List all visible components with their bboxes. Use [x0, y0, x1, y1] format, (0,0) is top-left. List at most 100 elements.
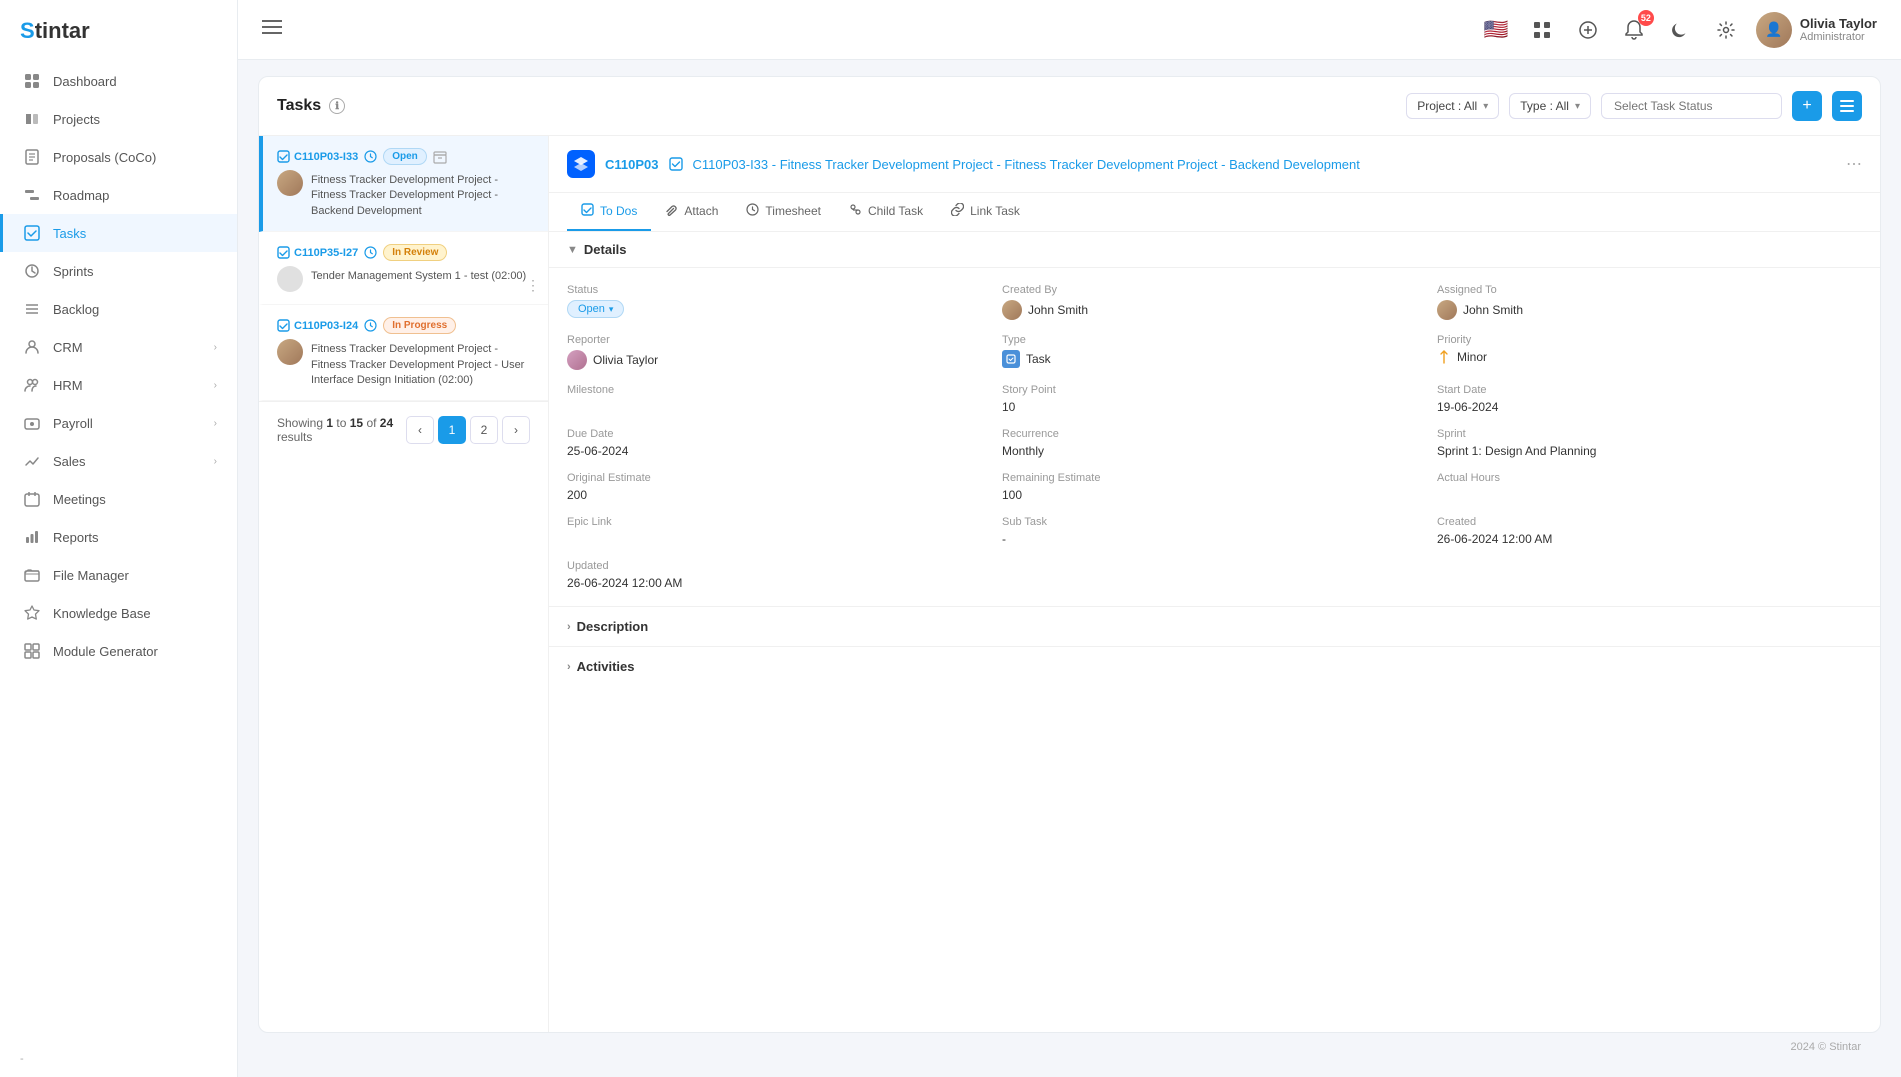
sidebar-item-tasks[interactable]: Tasks [0, 214, 237, 252]
archive-icon [433, 150, 447, 164]
status-value: Open ▾ [567, 300, 992, 318]
sidebar-item-label: Sales [53, 454, 86, 469]
due-date-label: Due Date [567, 428, 992, 440]
menu-toggle-button[interactable] [262, 19, 282, 40]
table-row[interactable]: C110P03-I24 In Progress Fitness Tracker … [259, 305, 548, 401]
sidebar-item-label: Module Generator [53, 644, 158, 659]
created-label: Created [1437, 516, 1862, 528]
story-point-label: Story Point [1002, 384, 1427, 396]
sidebar-item-crm[interactable]: CRM › [0, 328, 237, 366]
start-date-field: Start Date 19-06-2024 [1437, 384, 1862, 414]
table-row[interactable]: C110P35-I27 In Review Tender Management … [259, 232, 548, 305]
notification-button[interactable]: 52 [1618, 14, 1650, 46]
sales-icon [23, 452, 41, 470]
page-2-button[interactable]: 2 [470, 416, 498, 444]
sidebar-item-reports[interactable]: Reports [0, 518, 237, 556]
sidebar-item-sales[interactable]: Sales › [0, 442, 237, 480]
original-estimate-label: Original Estimate [567, 472, 992, 484]
attach-tab-label: Attach [684, 204, 718, 218]
dark-mode-icon[interactable] [1664, 14, 1696, 46]
sidebar-item-backlog[interactable]: Backlog [0, 290, 237, 328]
type-filter[interactable]: Type : All ▾ [1509, 93, 1591, 119]
sidebar-item-dashboard[interactable]: Dashboard [0, 62, 237, 100]
timesheet-tab-label: Timesheet [765, 204, 821, 218]
list-view-button[interactable] [1832, 91, 1862, 121]
add-icon[interactable] [1572, 14, 1604, 46]
sidebar-item-payroll[interactable]: Payroll › [0, 404, 237, 442]
prev-page-button[interactable]: ‹ [406, 416, 434, 444]
clock-icon [364, 246, 377, 259]
sidebar-item-label: File Manager [53, 568, 129, 583]
created-value: 26-06-2024 12:00 AM [1437, 532, 1862, 546]
clock-icon [364, 319, 377, 332]
tab-link-task[interactable]: Link Task [937, 193, 1034, 231]
description-section: › Description [549, 606, 1880, 646]
epic-link-field: Epic Link [567, 516, 992, 546]
type-label: Type [1002, 334, 1427, 346]
file-manager-icon [23, 566, 41, 584]
tasks-panel: Tasks ℹ Project : All ▾ Type : All ▾ + [258, 76, 1881, 1033]
sidebar-item-roadmap[interactable]: Roadmap [0, 176, 237, 214]
priority-icon [1437, 350, 1451, 364]
table-row[interactable]: C110P03-I33 Open Fitness Tracker Develop… [259, 136, 548, 232]
task-id: C110P35-I27 [277, 246, 358, 259]
page-1-button[interactable]: 1 [438, 416, 466, 444]
settings-icon[interactable] [1710, 14, 1742, 46]
sidebar-item-projects[interactable]: Projects [0, 100, 237, 138]
user-name: Olivia Taylor [1800, 16, 1877, 31]
project-filter[interactable]: Project : All ▾ [1406, 93, 1499, 119]
remaining-estimate-field: Remaining Estimate 100 [1002, 472, 1427, 502]
reporter-field: Reporter Olivia Taylor [567, 334, 992, 370]
sidebar-item-file-manager[interactable]: File Manager [0, 556, 237, 594]
status-search-input[interactable] [1601, 93, 1782, 119]
detail-menu-button[interactable]: ⋯ [1846, 154, 1862, 174]
user-role: Administrator [1800, 31, 1877, 43]
tab-child-task[interactable]: Child Task [835, 193, 937, 231]
tab-timesheet[interactable]: Timesheet [732, 193, 835, 231]
status-open-badge[interactable]: Open ▾ [567, 300, 624, 318]
story-point-field: Story Point 10 [1002, 384, 1427, 414]
sidebar-nav: Dashboard Projects Proposals (CoCo) Road… [0, 62, 237, 1041]
sidebar-item-label: Dashboard [53, 74, 117, 89]
original-estimate-value: 200 [567, 488, 992, 502]
activities-section: › Activities [549, 646, 1880, 686]
created-by-label: Created By [1002, 284, 1427, 296]
crm-icon [23, 338, 41, 356]
link-task-tab-icon [951, 203, 964, 219]
sidebar-item-module-generator[interactable]: Module Generator [0, 632, 237, 670]
add-task-button[interactable]: + [1792, 91, 1822, 121]
actual-hours-label: Actual Hours [1437, 472, 1862, 484]
task-menu-dots-icon[interactable]: ⋮ [526, 277, 540, 294]
description-section-header[interactable]: › Description [549, 607, 1880, 646]
activities-section-header[interactable]: › Activities [549, 647, 1880, 686]
sidebar-item-label: Sprints [53, 264, 93, 279]
backlog-icon [23, 300, 41, 318]
tab-attach[interactable]: Attach [651, 193, 732, 231]
status-label: Status [567, 284, 992, 296]
tab-todos[interactable]: To Dos [567, 193, 651, 231]
priority-field: Priority Minor [1437, 334, 1862, 370]
projects-icon [23, 110, 41, 128]
sidebar-item-hrm[interactable]: HRM › [0, 366, 237, 404]
description-chevron-icon: › [567, 621, 571, 633]
pagination: ‹ 1 2 › [406, 416, 530, 444]
status-chevron-icon: ▾ [609, 304, 614, 315]
sidebar-item-proposals[interactable]: Proposals (CoCo) [0, 138, 237, 176]
todos-tab-icon [581, 203, 594, 219]
task-detail-tabs: To Dos Attach Timesheet [549, 193, 1880, 232]
hrm-icon [23, 376, 41, 394]
user-menu[interactable]: 👤 Olivia Taylor Administrator [1756, 12, 1877, 48]
flag-icon[interactable]: 🇺🇸 [1480, 14, 1512, 46]
next-page-button[interactable]: › [502, 416, 530, 444]
details-section-header[interactable]: ▼ Details [549, 232, 1880, 268]
sidebar-item-meetings[interactable]: Meetings [0, 480, 237, 518]
grid-icon[interactable] [1526, 14, 1558, 46]
priority-value: Minor [1437, 350, 1862, 364]
remaining-estimate-label: Remaining Estimate [1002, 472, 1427, 484]
sidebar-item-sprints[interactable]: Sprints [0, 252, 237, 290]
sub-task-field: Sub Task - [1002, 516, 1427, 546]
created-by-field: Created By John Smith [1002, 284, 1427, 320]
sidebar-item-knowledge-base[interactable]: Knowledge Base [0, 594, 237, 632]
epic-link-label: Epic Link [567, 516, 992, 528]
header-left [262, 19, 282, 40]
